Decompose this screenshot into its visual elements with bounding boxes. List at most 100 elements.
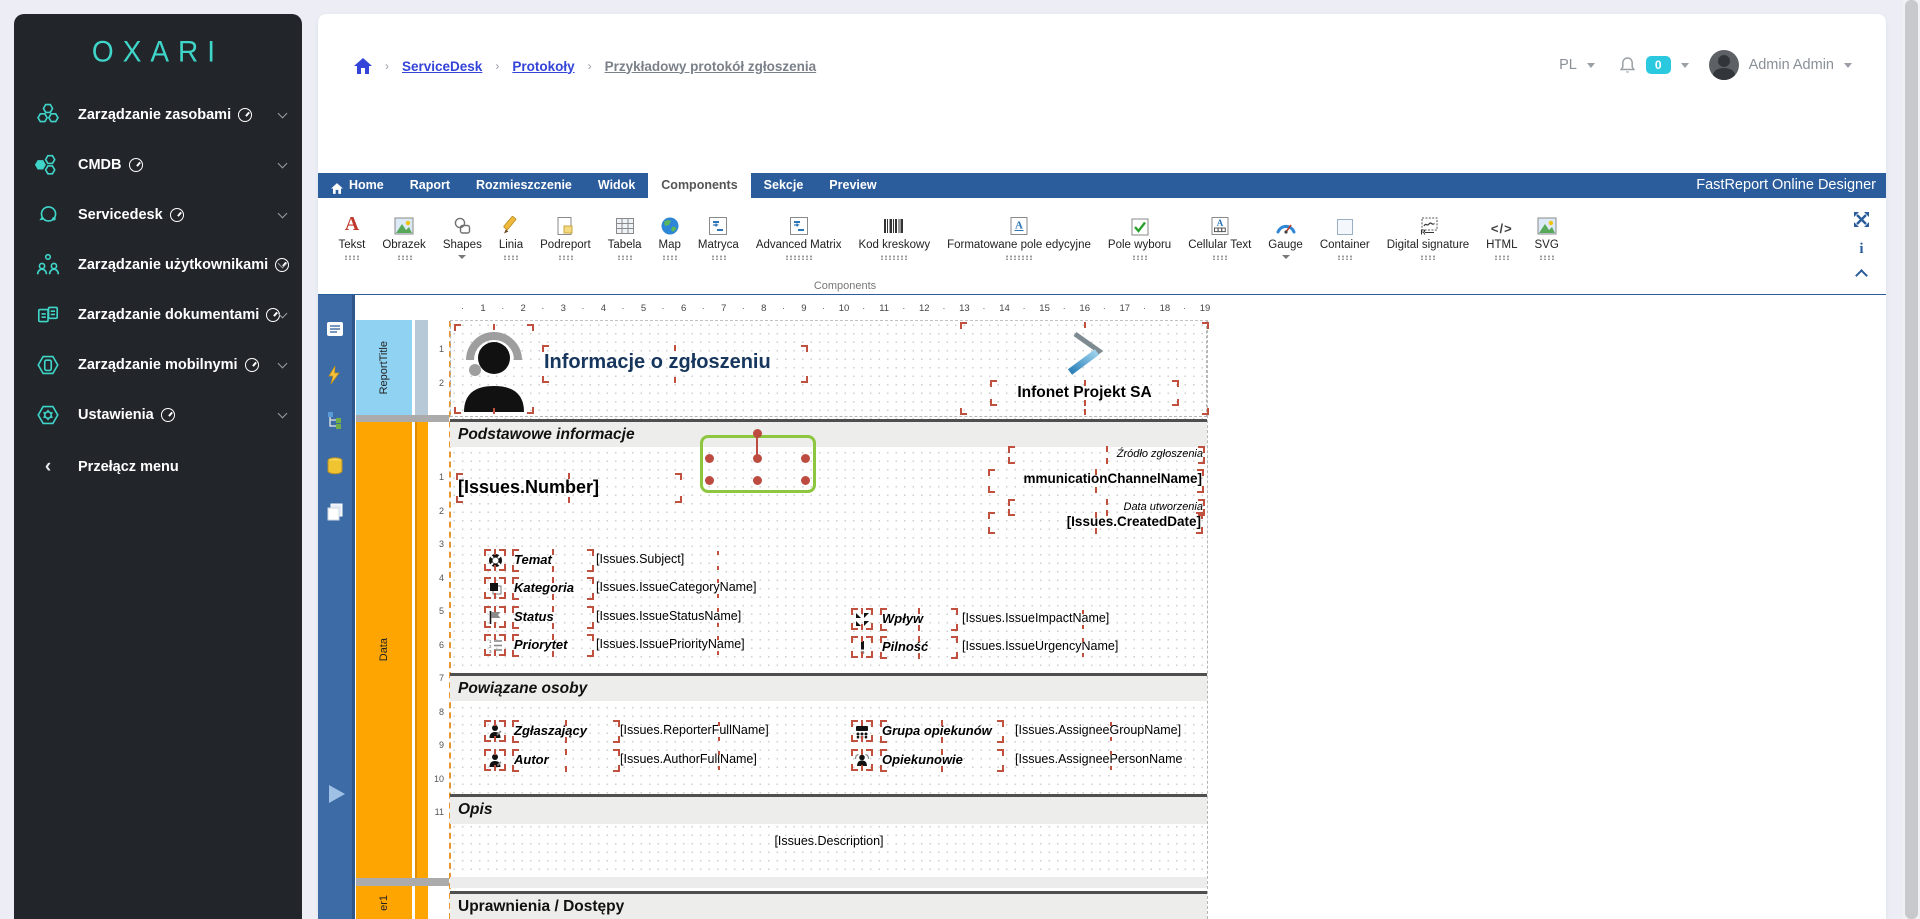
resize-handle[interactable] bbox=[801, 476, 810, 485]
collapse-menu-button[interactable]: ‹ Przełącz menu bbox=[14, 446, 302, 488]
field-icon-priorytet[interactable]: 123 bbox=[486, 636, 504, 654]
avatar[interactable] bbox=[1709, 50, 1739, 80]
sidebar-item-ustawienia[interactable]: Ustawienia bbox=[14, 394, 302, 436]
component-map[interactable]: Map bbox=[650, 210, 689, 260]
notification-count-badge[interactable]: 0 bbox=[1646, 56, 1671, 74]
chevron-down-icon[interactable] bbox=[1587, 63, 1595, 68]
home-icon[interactable] bbox=[354, 58, 372, 74]
person-value[interactable]: [Issues.ReporterFullName] bbox=[620, 722, 818, 741]
resize-handle[interactable] bbox=[705, 454, 714, 463]
field-icon-status[interactable] bbox=[486, 608, 504, 626]
oxari-logo[interactable]: OXARI bbox=[14, 35, 302, 69]
component-shapes[interactable]: Shapes bbox=[434, 210, 490, 260]
section-header-basic[interactable]: Podstawowe informacje bbox=[450, 419, 1207, 447]
sidebar-item-zarzadzanie-zasobami[interactable]: Zarządzanie zasobami bbox=[14, 94, 302, 136]
report-title-text[interactable]: Informacje o zgłoszeniu bbox=[544, 347, 806, 381]
person-label[interactable]: Zgłaszający bbox=[514, 722, 618, 741]
component-kod-kreskowy[interactable]: Kod kreskowy bbox=[850, 210, 939, 260]
company-logo-object[interactable]: Infonet Projekt SA bbox=[962, 324, 1207, 413]
band-separator[interactable] bbox=[356, 878, 449, 886]
copy-pages-icon[interactable] bbox=[325, 502, 347, 524]
field-label[interactable]: Temat bbox=[514, 551, 592, 570]
component-gauge[interactable]: Gauge bbox=[1260, 210, 1312, 260]
component-matryca[interactable]: Matryca bbox=[689, 210, 747, 260]
resize-handle[interactable] bbox=[753, 454, 762, 463]
events-lightning-icon[interactable] bbox=[325, 365, 347, 387]
chevron-down-icon[interactable] bbox=[1681, 63, 1689, 68]
field-label[interactable]: Priorytet bbox=[514, 636, 592, 655]
component-podreport[interactable]: Podreport bbox=[532, 210, 600, 260]
tab-widok[interactable]: Widok bbox=[585, 173, 648, 198]
issue-number-object[interactable]: [Issues.Number] bbox=[458, 475, 680, 501]
band-separator[interactable] bbox=[356, 415, 449, 422]
component-container[interactable]: Container bbox=[1311, 210, 1378, 260]
field-label[interactable]: Kategoria bbox=[514, 579, 592, 598]
section-header-uprawnienia[interactable]: Uprawnienia / Dostępy bbox=[450, 891, 1207, 919]
field-label[interactable]: Wpływ bbox=[882, 610, 956, 629]
tab-home[interactable]: Home bbox=[318, 173, 397, 198]
person-icon-autor[interactable] bbox=[486, 751, 504, 769]
breadcrumb-protokoly[interactable]: Protokoły bbox=[512, 59, 574, 74]
field-label[interactable]: Pilność bbox=[882, 638, 956, 657]
sidebar-item-cmdb[interactable]: CMDB bbox=[14, 144, 302, 186]
component-cellular-text[interactable]: A Cellular Text bbox=[1180, 210, 1260, 260]
field-value[interactable]: [Issues.IssueCategoryName] bbox=[596, 579, 840, 598]
component-tabela[interactable]: Tabela bbox=[599, 210, 650, 260]
section-header-people[interactable]: Powiązane osoby bbox=[450, 673, 1207, 701]
sidebar-item-zarzadzanie-dokumentami[interactable]: Zarządzanie dokumentami bbox=[14, 294, 302, 336]
tab-components[interactable]: Components bbox=[648, 173, 750, 198]
section-header-opis[interactable]: Opis bbox=[450, 794, 1207, 824]
resize-handle[interactable] bbox=[801, 454, 810, 463]
component-html[interactable]: </> HTML bbox=[1478, 210, 1526, 260]
person-value[interactable]: [Issues.AuthorFullName] bbox=[620, 751, 818, 770]
component-pole-wyboru[interactable]: Pole wyboru bbox=[1099, 210, 1179, 260]
component-formatowane-pole[interactable]: A Formatowane pole edycyjne bbox=[939, 210, 1100, 260]
person-icon-zglaszajacy[interactable] bbox=[486, 722, 504, 740]
tab-sekcje[interactable]: Sekcje bbox=[751, 173, 817, 198]
tab-preview[interactable]: Preview bbox=[816, 173, 889, 198]
component-advanced-matrix[interactable]: Advanced Matrix bbox=[747, 210, 850, 260]
persons-icon[interactable] bbox=[853, 751, 871, 769]
info-icon[interactable]: i bbox=[1859, 241, 1863, 258]
sidebar-item-zarzadzanie-uzytkownikami[interactable]: Zarządzanie użytkownikami bbox=[14, 244, 302, 286]
field-value[interactable]: [Issues.IssueImpactName] bbox=[962, 610, 1204, 629]
component-tekst[interactable]: A Tekst bbox=[330, 210, 374, 260]
source-label-object[interactable]: Źródło zgłoszenia bbox=[1010, 448, 1203, 462]
chevron-down-icon[interactable] bbox=[1844, 63, 1852, 68]
component-digital-signature[interactable]: R Digital signature bbox=[1378, 210, 1477, 260]
sidebar-item-servicedesk[interactable]: Servicedesk bbox=[14, 194, 302, 236]
properties-panel-icon[interactable] bbox=[325, 319, 347, 341]
band-reporttitle[interactable]: ReportTitle bbox=[356, 320, 412, 415]
band-data[interactable]: Data bbox=[356, 422, 412, 878]
report-tree-icon[interactable] bbox=[325, 410, 347, 432]
field-value[interactable]: [Issues.IssuePriorityName] bbox=[596, 636, 840, 655]
fullscreen-icon[interactable] bbox=[1853, 211, 1870, 228]
user-name[interactable]: Admin Admin bbox=[1749, 57, 1834, 73]
person-value[interactable]: [Issues.AssigneeGroupName] bbox=[1015, 722, 1207, 741]
field-value[interactable]: [Issues.Subject] bbox=[596, 551, 840, 570]
field-value[interactable]: [Issues.IssueUrgencyName] bbox=[962, 638, 1204, 657]
band-groupheader[interactable]: er1 bbox=[356, 886, 412, 919]
resize-handle[interactable] bbox=[753, 476, 762, 485]
report-picture-object[interactable] bbox=[456, 326, 532, 412]
person-label[interactable]: Autor bbox=[514, 751, 618, 770]
field-icon-wplyw[interactable] bbox=[853, 610, 871, 628]
field-icon-pilnosc[interactable] bbox=[853, 638, 871, 656]
component-obrazek[interactable]: Obrazek bbox=[374, 210, 434, 260]
sidebar-item-zarzadzanie-mobilnymi[interactable]: Zarządzanie mobilnymi bbox=[14, 344, 302, 386]
resize-handle[interactable] bbox=[705, 476, 714, 485]
person-value[interactable]: [Issues.AssigneePersonName bbox=[1015, 751, 1207, 770]
field-icon-kategoria[interactable] bbox=[486, 579, 504, 597]
group-icon[interactable] bbox=[853, 722, 871, 740]
collapse-toolbar-icon[interactable] bbox=[1855, 269, 1868, 282]
language-selector[interactable]: PL bbox=[1559, 57, 1577, 73]
tab-rozmieszczenie[interactable]: Rozmieszczenie bbox=[463, 173, 585, 198]
component-svg[interactable]: SVG bbox=[1526, 210, 1567, 260]
data-source-icon[interactable] bbox=[325, 456, 347, 478]
person-label[interactable]: Opiekunowie bbox=[882, 751, 1002, 770]
description-object[interactable]: [Issues.Description] bbox=[600, 833, 1058, 851]
scrollbar-thumb[interactable] bbox=[1905, 0, 1918, 919]
report-page[interactable]: Informacje o zgłoszeniu Infonet Projekt … bbox=[450, 320, 1208, 919]
run-preview-icon[interactable] bbox=[325, 783, 347, 805]
vertical-scrollbar[interactable] bbox=[1903, 0, 1920, 919]
